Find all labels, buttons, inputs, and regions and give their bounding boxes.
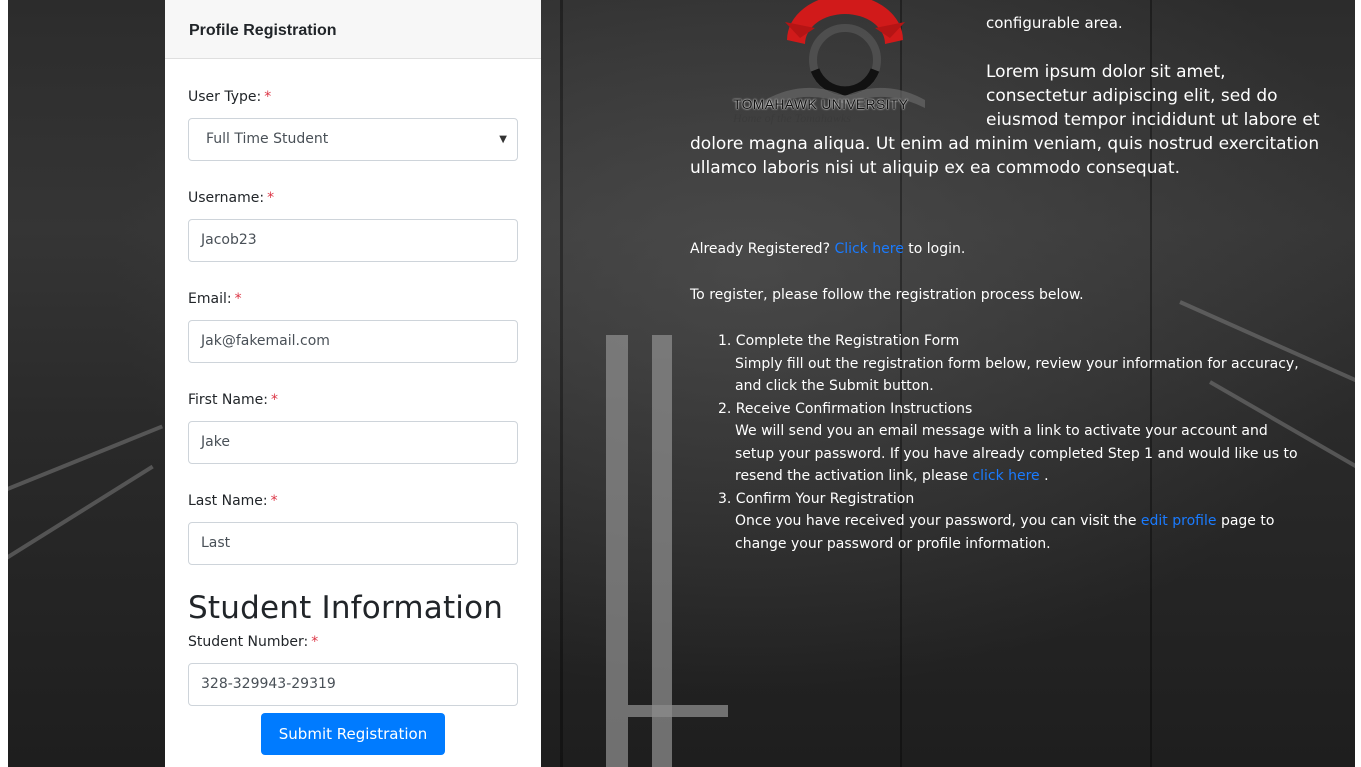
last-name-input[interactable]: Last	[188, 522, 518, 565]
configurable-text: configurable area.	[986, 14, 1123, 32]
step-body: Once you have received your password, yo…	[735, 513, 1275, 552]
step-body: We will send you an email message with a…	[735, 423, 1298, 484]
email-input[interactable]: Jak@fakemail.com	[188, 320, 518, 363]
edit-profile-link[interactable]: edit profile	[1141, 513, 1217, 529]
login-link[interactable]: Click here	[834, 241, 903, 257]
register-intro-text: To register, please follow the registrat…	[690, 287, 1084, 303]
required-mark: *	[264, 89, 272, 105]
step-2: 2. Receive Confirmation Instructions We …	[718, 398, 1308, 488]
submit-registration-button[interactable]: Submit Registration	[261, 713, 445, 755]
step-title: 1. Complete the Registration Form	[718, 333, 960, 349]
last-name-label: Last Name: *	[188, 493, 278, 509]
student-information-heading: Student Information	[188, 590, 504, 626]
lorem-paragraph: Lorem ipsum dolor sit amet, consectetur …	[690, 62, 1320, 178]
user-type-label: User Type: *	[188, 89, 272, 105]
registration-form: User Type: * Full Time Student ▼ Username…	[165, 59, 541, 706]
step-3: 3. Confirm Your Registration Once you ha…	[718, 488, 1308, 556]
step-title: 3. Confirm Your Registration	[718, 490, 915, 507]
first-name-label: First Name: *	[188, 392, 278, 408]
resend-activation-link[interactable]: click here	[972, 468, 1039, 484]
step-title: 2. Receive Confirmation Instructions	[718, 400, 973, 417]
left-white-border	[0, 0, 8, 767]
student-number-label: Student Number: *	[188, 634, 319, 650]
student-number-input[interactable]: 328-329943-29319	[188, 663, 518, 706]
registration-panel: Profile Registration User Type: * Full Ti…	[165, 0, 541, 767]
panel-title: Profile Registration	[165, 0, 541, 59]
right-white-border	[1355, 0, 1361, 767]
step-1: 1. Complete the Registration Form Simply…	[718, 330, 1308, 398]
email-label: Email: *	[188, 291, 242, 307]
step-body: Simply fill out the registration form be…	[735, 355, 1299, 395]
already-registered-text: Already Registered? Click here to login.	[690, 241, 966, 257]
first-name-input[interactable]: Jake	[188, 421, 518, 464]
user-type-select[interactable]: Full Time Student ▼	[188, 118, 518, 161]
username-input[interactable]: Jacob23	[188, 219, 518, 262]
username-label: Username: *	[188, 190, 275, 206]
chevron-down-icon: ▼	[499, 134, 507, 145]
registration-steps: 1. Complete the Registration Form Simply…	[718, 330, 1308, 555]
